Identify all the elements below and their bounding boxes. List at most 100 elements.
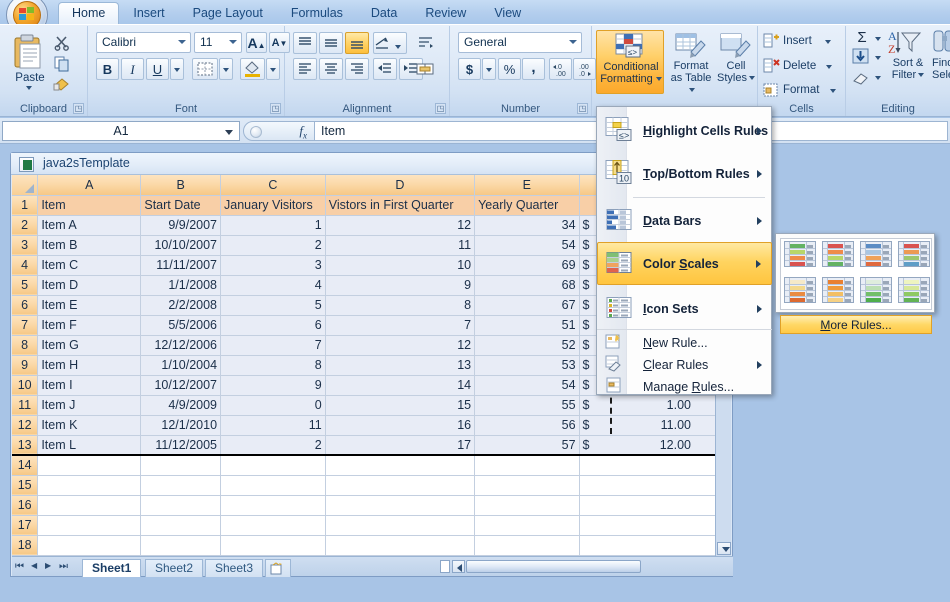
cell-e8[interactable]: 52 bbox=[474, 335, 580, 356]
row-header[interactable]: 9 bbox=[12, 355, 39, 376]
cell-a8[interactable]: Item G bbox=[37, 335, 142, 356]
cell-b7[interactable]: 5/5/2006 bbox=[140, 315, 222, 336]
formula-expand-icon[interactable] bbox=[250, 126, 262, 138]
number-format-box[interactable]: General bbox=[458, 32, 582, 53]
tab-page-layout[interactable]: Page Layout bbox=[179, 2, 277, 24]
cell-c15[interactable] bbox=[220, 475, 326, 496]
sheet-nav-buttons[interactable]: ⏮ ◀ ▶ ⏭ bbox=[15, 560, 77, 575]
cell-a4[interactable]: Item C bbox=[37, 255, 142, 276]
grow-font-button[interactable]: A▲ bbox=[246, 32, 267, 53]
gallery-item-red-yellow-green[interactable] bbox=[822, 241, 855, 271]
conditional-formatting-button[interactable]: ≤> Conditional Formatting bbox=[596, 30, 664, 94]
cell-a16[interactable] bbox=[37, 495, 142, 516]
align-bottom-button[interactable] bbox=[345, 32, 369, 54]
fill-chevron-down-icon[interactable] bbox=[875, 56, 881, 60]
sheet-tab-sheet1[interactable]: Sheet1 bbox=[82, 559, 142, 577]
borders-button[interactable] bbox=[192, 58, 218, 80]
cell-b17[interactable] bbox=[140, 515, 222, 536]
name-box[interactable]: A1 bbox=[2, 121, 240, 141]
cell-e16[interactable] bbox=[474, 495, 580, 516]
cell-a1[interactable]: Item bbox=[37, 195, 142, 216]
name-box-chevron-down-icon[interactable] bbox=[225, 130, 233, 135]
comma-format-button[interactable]: , bbox=[522, 58, 545, 80]
cell-a6[interactable]: Item E bbox=[37, 295, 142, 316]
horizontal-scroll-thumb[interactable] bbox=[466, 560, 641, 573]
select-all-corner[interactable] bbox=[12, 175, 39, 196]
row-header[interactable]: 2 bbox=[12, 215, 39, 236]
horizontal-scrollbar[interactable] bbox=[440, 559, 730, 575]
menu-item-top-bottom-rules[interactable]: 10 Top/Bottom Rules bbox=[598, 152, 772, 195]
cell-d11[interactable]: 15 bbox=[325, 395, 476, 416]
table-row[interactable]: 17 bbox=[12, 515, 717, 536]
cell-b4[interactable]: 11/11/2007 bbox=[140, 255, 222, 276]
gallery-item-red-white-blue[interactable] bbox=[898, 241, 931, 271]
gallery-item-green-white[interactable] bbox=[898, 277, 931, 307]
cell-f18[interactable] bbox=[579, 535, 717, 556]
row-header[interactable]: 4 bbox=[12, 255, 39, 276]
cell-a12[interactable]: Item K bbox=[37, 415, 142, 436]
cell-a18[interactable] bbox=[37, 535, 142, 556]
menu-item-color-scales[interactable]: Color Scales bbox=[597, 242, 772, 285]
cell-d1[interactable]: Vistors in First Quarter bbox=[325, 195, 476, 216]
tab-formulas[interactable]: Formulas bbox=[277, 2, 357, 24]
cell-b3[interactable]: 10/10/2007 bbox=[140, 235, 222, 256]
row-header[interactable]: 12 bbox=[12, 415, 39, 436]
percent-format-button[interactable]: % bbox=[498, 58, 521, 80]
cell-c1[interactable]: January Visitors bbox=[220, 195, 326, 216]
cell-b2[interactable]: 9/9/2007 bbox=[140, 215, 222, 236]
underline-button[interactable]: U bbox=[146, 58, 169, 80]
align-middle-button[interactable] bbox=[319, 32, 343, 54]
cell-e15[interactable] bbox=[474, 475, 580, 496]
tab-insert[interactable]: Insert bbox=[119, 2, 178, 24]
align-top-button[interactable] bbox=[293, 32, 317, 54]
cell-f17[interactable] bbox=[579, 515, 717, 536]
row-header[interactable]: 11 bbox=[12, 395, 39, 416]
table-row[interactable]: 15 bbox=[12, 475, 717, 496]
row-header[interactable]: 1 bbox=[12, 195, 39, 216]
cell-c10[interactable]: 9 bbox=[220, 375, 326, 396]
font-name-box[interactable]: Calibri bbox=[96, 32, 191, 53]
cell-a11[interactable]: Item J bbox=[37, 395, 142, 416]
table-row[interactable]: 13 Item L 11/12/2005 2 17 57 $12.00 bbox=[12, 435, 717, 456]
alignment-dialog-launcher[interactable]: ◳ bbox=[435, 103, 446, 114]
row-header[interactable]: 16 bbox=[12, 495, 39, 516]
cell-styles-button[interactable]: Cell Styles bbox=[716, 30, 756, 94]
eraser-icon[interactable] bbox=[852, 70, 870, 86]
cell-e3[interactable]: 54 bbox=[474, 235, 580, 256]
row-header[interactable]: 7 bbox=[12, 315, 39, 336]
menu-item-manage-rules[interactable]: Manage Rules... bbox=[598, 376, 772, 398]
cell-d9[interactable]: 13 bbox=[325, 355, 476, 376]
cell-c5[interactable]: 4 bbox=[220, 275, 326, 296]
cell-d10[interactable]: 14 bbox=[325, 375, 476, 396]
fill-color-button[interactable] bbox=[240, 58, 265, 80]
scissors-icon[interactable] bbox=[54, 35, 70, 51]
cell-a10[interactable]: Item I bbox=[37, 375, 142, 396]
cell-b18[interactable] bbox=[140, 535, 222, 556]
scroll-down-button[interactable] bbox=[717, 542, 731, 555]
cell-e12[interactable]: 56 bbox=[474, 415, 580, 436]
clipboard-dialog-launcher[interactable]: ◳ bbox=[73, 103, 84, 114]
font-size-box[interactable]: 11 bbox=[194, 32, 242, 53]
cell-e4[interactable]: 69 bbox=[474, 255, 580, 276]
nav-prev-icon[interactable]: ◀ bbox=[31, 561, 37, 570]
number-format-chevron-down-icon[interactable] bbox=[569, 40, 577, 44]
column-header-e[interactable]: E bbox=[474, 175, 580, 196]
cell-f12[interactable]: $11.00 bbox=[579, 415, 717, 436]
format-as-table-button[interactable]: Format as Table bbox=[668, 30, 714, 94]
cell-d3[interactable]: 11 bbox=[325, 235, 476, 256]
italic-button[interactable]: I bbox=[121, 58, 144, 80]
cell-f15[interactable] bbox=[579, 475, 717, 496]
nav-last-icon[interactable]: ⏭ bbox=[59, 561, 68, 572]
nav-next-icon[interactable]: ▶ bbox=[45, 561, 51, 570]
font-dialog-launcher[interactable]: ◳ bbox=[270, 103, 281, 114]
cell-c13[interactable]: 2 bbox=[220, 435, 326, 456]
align-center-button[interactable] bbox=[319, 58, 343, 80]
underline-chevron-down-icon[interactable] bbox=[170, 58, 184, 80]
merge-center-button[interactable] bbox=[413, 58, 437, 80]
cell-e11[interactable]: 55 bbox=[474, 395, 580, 416]
delete-chevron-down-icon[interactable] bbox=[826, 65, 832, 69]
cell-c4[interactable]: 3 bbox=[220, 255, 326, 276]
cell-d14[interactable] bbox=[325, 455, 476, 476]
cell-c7[interactable]: 6 bbox=[220, 315, 326, 336]
menu-item-highlight-cells-rules[interactable]: ≤> Highlight Cells Rules bbox=[598, 109, 772, 152]
